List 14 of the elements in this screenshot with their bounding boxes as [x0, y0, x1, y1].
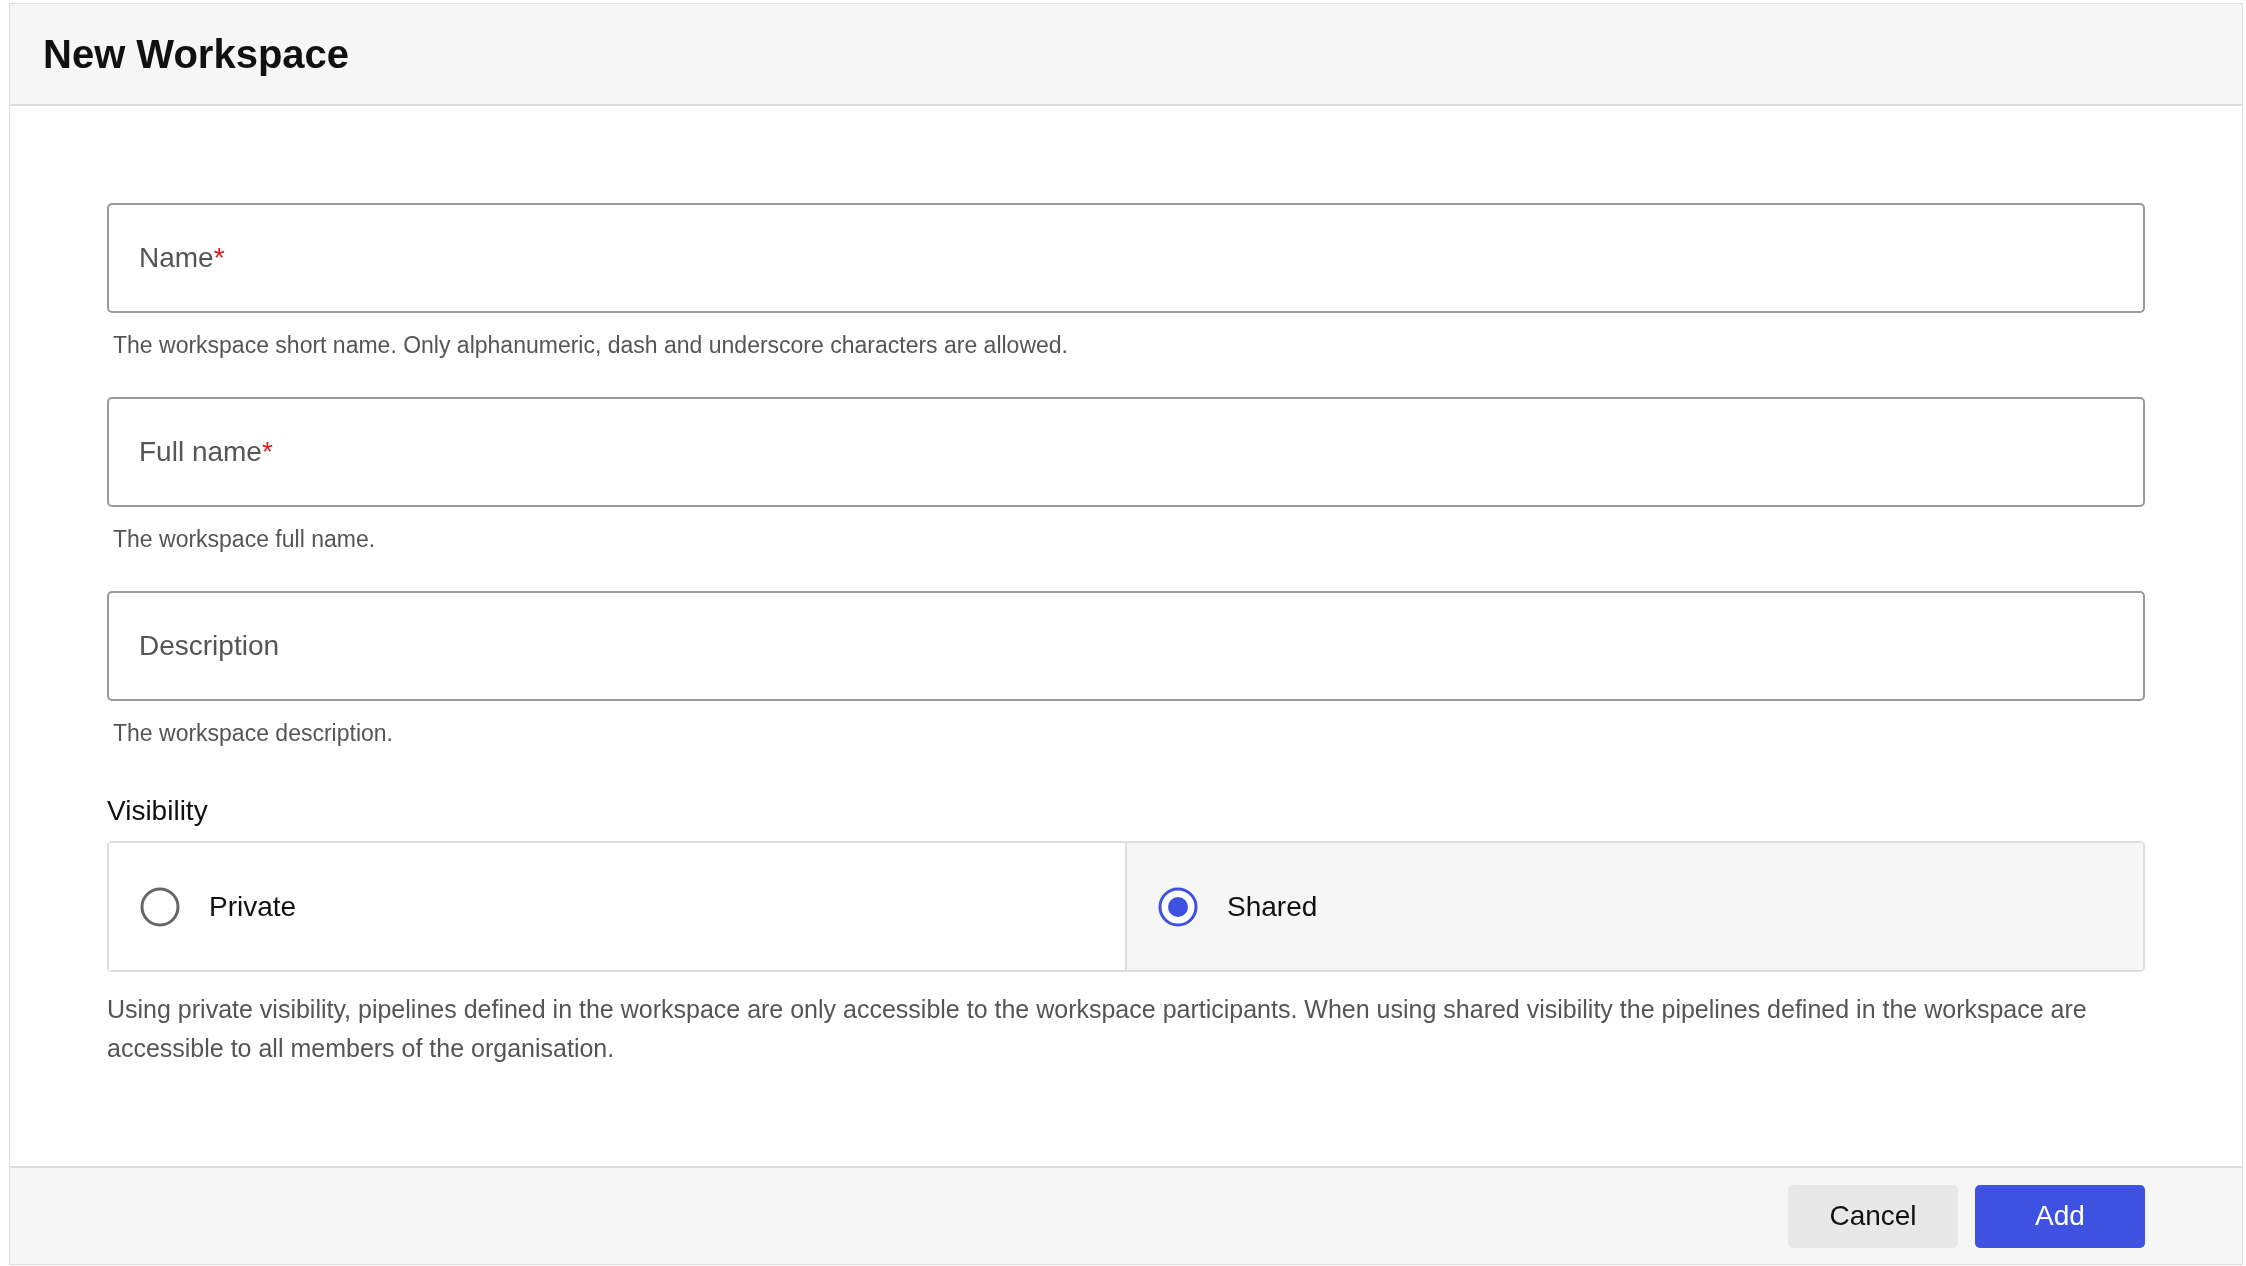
text-field[interactable]: Full name* [107, 397, 2145, 507]
field-help-text: The workspace short name. Only alphanumeric, dash and underscore characters are allowed. [113, 332, 1069, 359]
cancel-button[interactable]: Cancel [1788, 1184, 1958, 1248]
add-button[interactable]: Add [1975, 1184, 2145, 1248]
text-field[interactable]: Name* [107, 203, 2145, 313]
radio-option[interactable]: Shared [1125, 843, 2143, 970]
visibility-label: Visibility [107, 795, 209, 827]
visibility-help-text: Using private visibility, pipelines defined in the workspace are only accessible to the workspace participants. When using shared visibility the pipelines defined in the workspace are accessible to all members of the organisation. [107, 994, 2088, 1064]
text-field[interactable]: Description [107, 591, 2145, 701]
field-help-text: The workspace full name. [113, 526, 377, 553]
field-help-text: The workspace description. [113, 720, 394, 747]
radio-icon [1157, 885, 1199, 928]
dialog-title: New Workspace [43, 31, 350, 77]
radio-icon [139, 885, 181, 928]
